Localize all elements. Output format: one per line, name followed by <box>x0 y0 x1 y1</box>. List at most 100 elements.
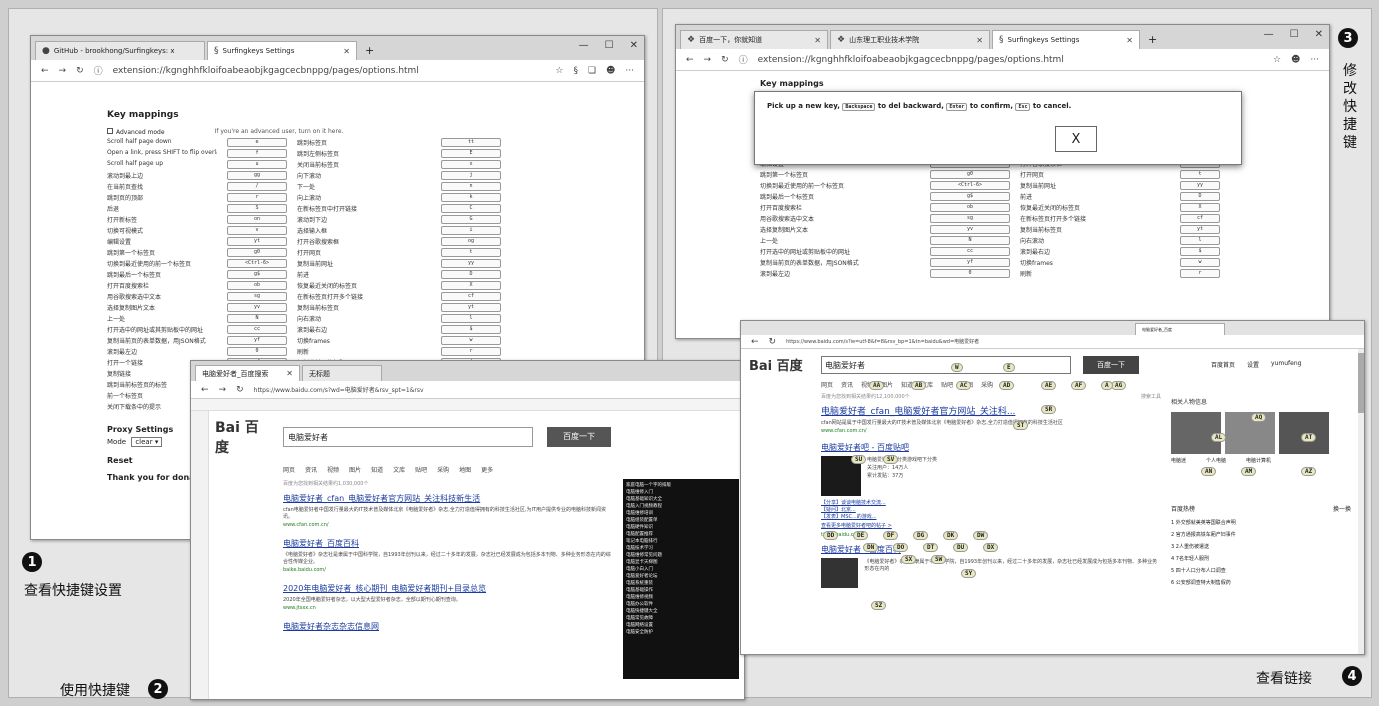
search-tab[interactable]: 贴吧 <box>415 465 427 474</box>
tieba-post[interactable]: 【疑问】北京... <box>821 506 1161 513</box>
link-hint[interactable]: AC <box>956 381 972 390</box>
tab-sdut[interactable]: ❖ 山东理工职业技术学院 ✕ <box>830 30 990 49</box>
mapping-key[interactable]: yv <box>227 303 287 312</box>
mapping-key[interactable]: sg <box>930 214 1010 223</box>
mapping-key[interactable]: g$ <box>227 270 287 279</box>
omnibar-item[interactable]: 笔记本电脑排行 <box>626 538 736 545</box>
url-field[interactable]: https://www.baidu.com/s?wd=电脑爱好者&rsv_spt… <box>254 385 734 394</box>
mapping-key[interactable]: 0 <box>227 347 287 356</box>
link-hint[interactable]: AQ <box>1251 413 1267 422</box>
link-hint[interactable]: DX <box>983 543 999 552</box>
link-hint[interactable]: A <box>1101 381 1113 390</box>
mapping-key[interactable]: cc <box>930 247 1010 256</box>
search-tab[interactable]: 视频 <box>327 465 339 474</box>
extension-icon[interactable]: § <box>573 66 578 76</box>
link-hint[interactable]: AN <box>1201 467 1217 476</box>
tab-surfingkeys-settings[interactable]: § Surfingkeys Settings ✕ <box>207 41 357 60</box>
search-input[interactable]: 电脑爱好者 <box>283 427 533 447</box>
close-tab-icon[interactable]: ✕ <box>1126 36 1133 45</box>
mapping-key[interactable]: w <box>441 336 501 345</box>
omnibar-item[interactable]: 电脑常见故障 <box>626 615 736 622</box>
link-hint[interactable]: E <box>1003 363 1015 372</box>
omnibar-item[interactable]: 电脑基础知识大全 <box>626 496 736 503</box>
mapping-key[interactable]: D <box>1180 192 1220 201</box>
mapping-key[interactable]: $ <box>1180 247 1220 256</box>
result-title[interactable]: 电脑爱好者_cfan_电脑爱好者官方网站_关注科... <box>821 404 1161 417</box>
more-icon[interactable]: ··· <box>1310 55 1319 65</box>
scrollbar[interactable] <box>1358 349 1364 654</box>
close-window-button[interactable]: ✕ <box>630 40 638 51</box>
omnibar-item[interactable]: 电脑显卡天梯图 <box>626 559 736 566</box>
link-hint[interactable]: AF <box>1071 381 1087 390</box>
mapping-key[interactable]: g$ <box>930 192 1010 201</box>
mapping-key[interactable]: tt <box>441 138 501 147</box>
more-icon[interactable]: ··· <box>625 66 634 76</box>
collections-icon[interactable]: ❏ <box>588 66 596 76</box>
hot-item[interactable]: 4 7名年轻人服刑 <box>1171 553 1351 565</box>
omnibar-item[interactable]: 电脑维修入门 <box>626 489 736 496</box>
link-hint[interactable]: DE <box>853 531 869 540</box>
mapping-key[interactable]: u <box>227 160 287 169</box>
minimize-button[interactable]: — <box>1264 29 1274 40</box>
mapping-key[interactable]: 0 <box>930 269 1010 278</box>
search-tab[interactable]: 文库 <box>393 465 405 474</box>
omnibar-item[interactable]: 电脑维修培训 <box>626 510 736 517</box>
link-hint[interactable]: SY <box>961 569 977 578</box>
search-tab[interactable]: 图片 <box>349 465 361 474</box>
tab-baidu[interactable]: ❖ 百度一下，你就知道 ✕ <box>680 30 828 49</box>
result-title[interactable]: 电脑爱好者_cfan_电脑爱好者官方网站_关注科技新生活 <box>283 493 613 504</box>
tab-untitled[interactable]: 无标题 <box>302 365 382 381</box>
mapping-key[interactable]: sg <box>227 292 287 301</box>
omnibar-item[interactable]: 电脑配置推荐 <box>626 531 736 538</box>
forward-icon[interactable]: → <box>704 55 712 65</box>
mapping-key[interactable]: X <box>1180 203 1220 212</box>
mapping-key[interactable]: n <box>441 182 501 191</box>
mode-select[interactable]: clear ▾ <box>131 437 163 447</box>
mapping-key[interactable]: <Ctrl-6> <box>930 181 1010 190</box>
new-tab-button[interactable]: + <box>365 44 374 57</box>
captured-key-box[interactable]: X <box>1055 126 1097 152</box>
minimize-button[interactable]: — <box>579 40 589 51</box>
link-hint[interactable]: DK <box>943 531 959 540</box>
mapping-key[interactable]: j <box>441 171 501 180</box>
search-tab[interactable]: 资讯 <box>305 465 317 474</box>
omnibar-item[interactable]: 电脑网络设置 <box>626 622 736 629</box>
mapping-key[interactable]: yt <box>227 237 287 246</box>
related-image[interactable] <box>1225 412 1275 454</box>
refresh-hot[interactable]: 换一换 <box>1333 504 1351 513</box>
search-tab[interactable]: 地图 <box>459 465 471 474</box>
url-field[interactable]: extension://kgnghhfkloifoabeaobjkgagcecb… <box>113 66 546 76</box>
forward-icon[interactable]: → <box>59 66 67 76</box>
mapping-key[interactable]: / <box>227 182 287 191</box>
forward-icon[interactable]: → <box>219 385 227 395</box>
mapping-key[interactable]: yy <box>441 259 501 268</box>
mapping-key[interactable]: <Ctrl-6> <box>227 259 287 268</box>
link-hint[interactable]: AM <box>1241 467 1257 476</box>
link-hint[interactable]: SU <box>851 455 867 464</box>
refresh-icon[interactable]: ↻ <box>236 385 244 395</box>
omnibar-item[interactable]: 电脑办公软件 <box>626 601 736 608</box>
back-icon[interactable]: ← <box>201 385 209 395</box>
top-link[interactable]: yumufeng <box>1271 360 1301 369</box>
omnibar-item[interactable]: 电脑技术学习 <box>626 545 736 552</box>
mapping-key[interactable]: D <box>441 270 501 279</box>
mapping-key[interactable]: $ <box>441 325 501 334</box>
search-tab[interactable]: 贴吧 <box>941 380 953 389</box>
mapping-key[interactable]: N <box>930 236 1010 245</box>
mapping-key[interactable]: ob <box>227 281 287 290</box>
omnibar-item[interactable]: 电脑爱好者论坛 <box>626 573 736 580</box>
hot-item[interactable]: 5 四十人口分布人口调查 <box>1171 565 1351 577</box>
mapping-key[interactable]: w <box>1180 258 1220 267</box>
search-tools[interactable]: 搜索工具 <box>1141 393 1161 400</box>
link-hint[interactable]: AD <box>999 381 1015 390</box>
search-input[interactable]: 电脑爱好者 <box>821 355 1071 374</box>
link-hint[interactable]: SV <box>883 455 899 464</box>
mapping-key[interactable]: yf <box>930 258 1010 267</box>
favorite-icon[interactable]: ☆ <box>555 66 563 76</box>
refresh-icon[interactable]: ↻ <box>769 337 777 347</box>
omnibar-item[interactable]: 电脑组装配置单 <box>626 517 736 524</box>
search-button[interactable]: 百度一下 <box>1083 355 1139 374</box>
omnibar-item[interactable]: 电脑维修视频 <box>626 594 736 601</box>
link-hint[interactable]: SR <box>1041 405 1057 414</box>
omnibar-item[interactable]: 电脑快捷键大全 <box>626 608 736 615</box>
